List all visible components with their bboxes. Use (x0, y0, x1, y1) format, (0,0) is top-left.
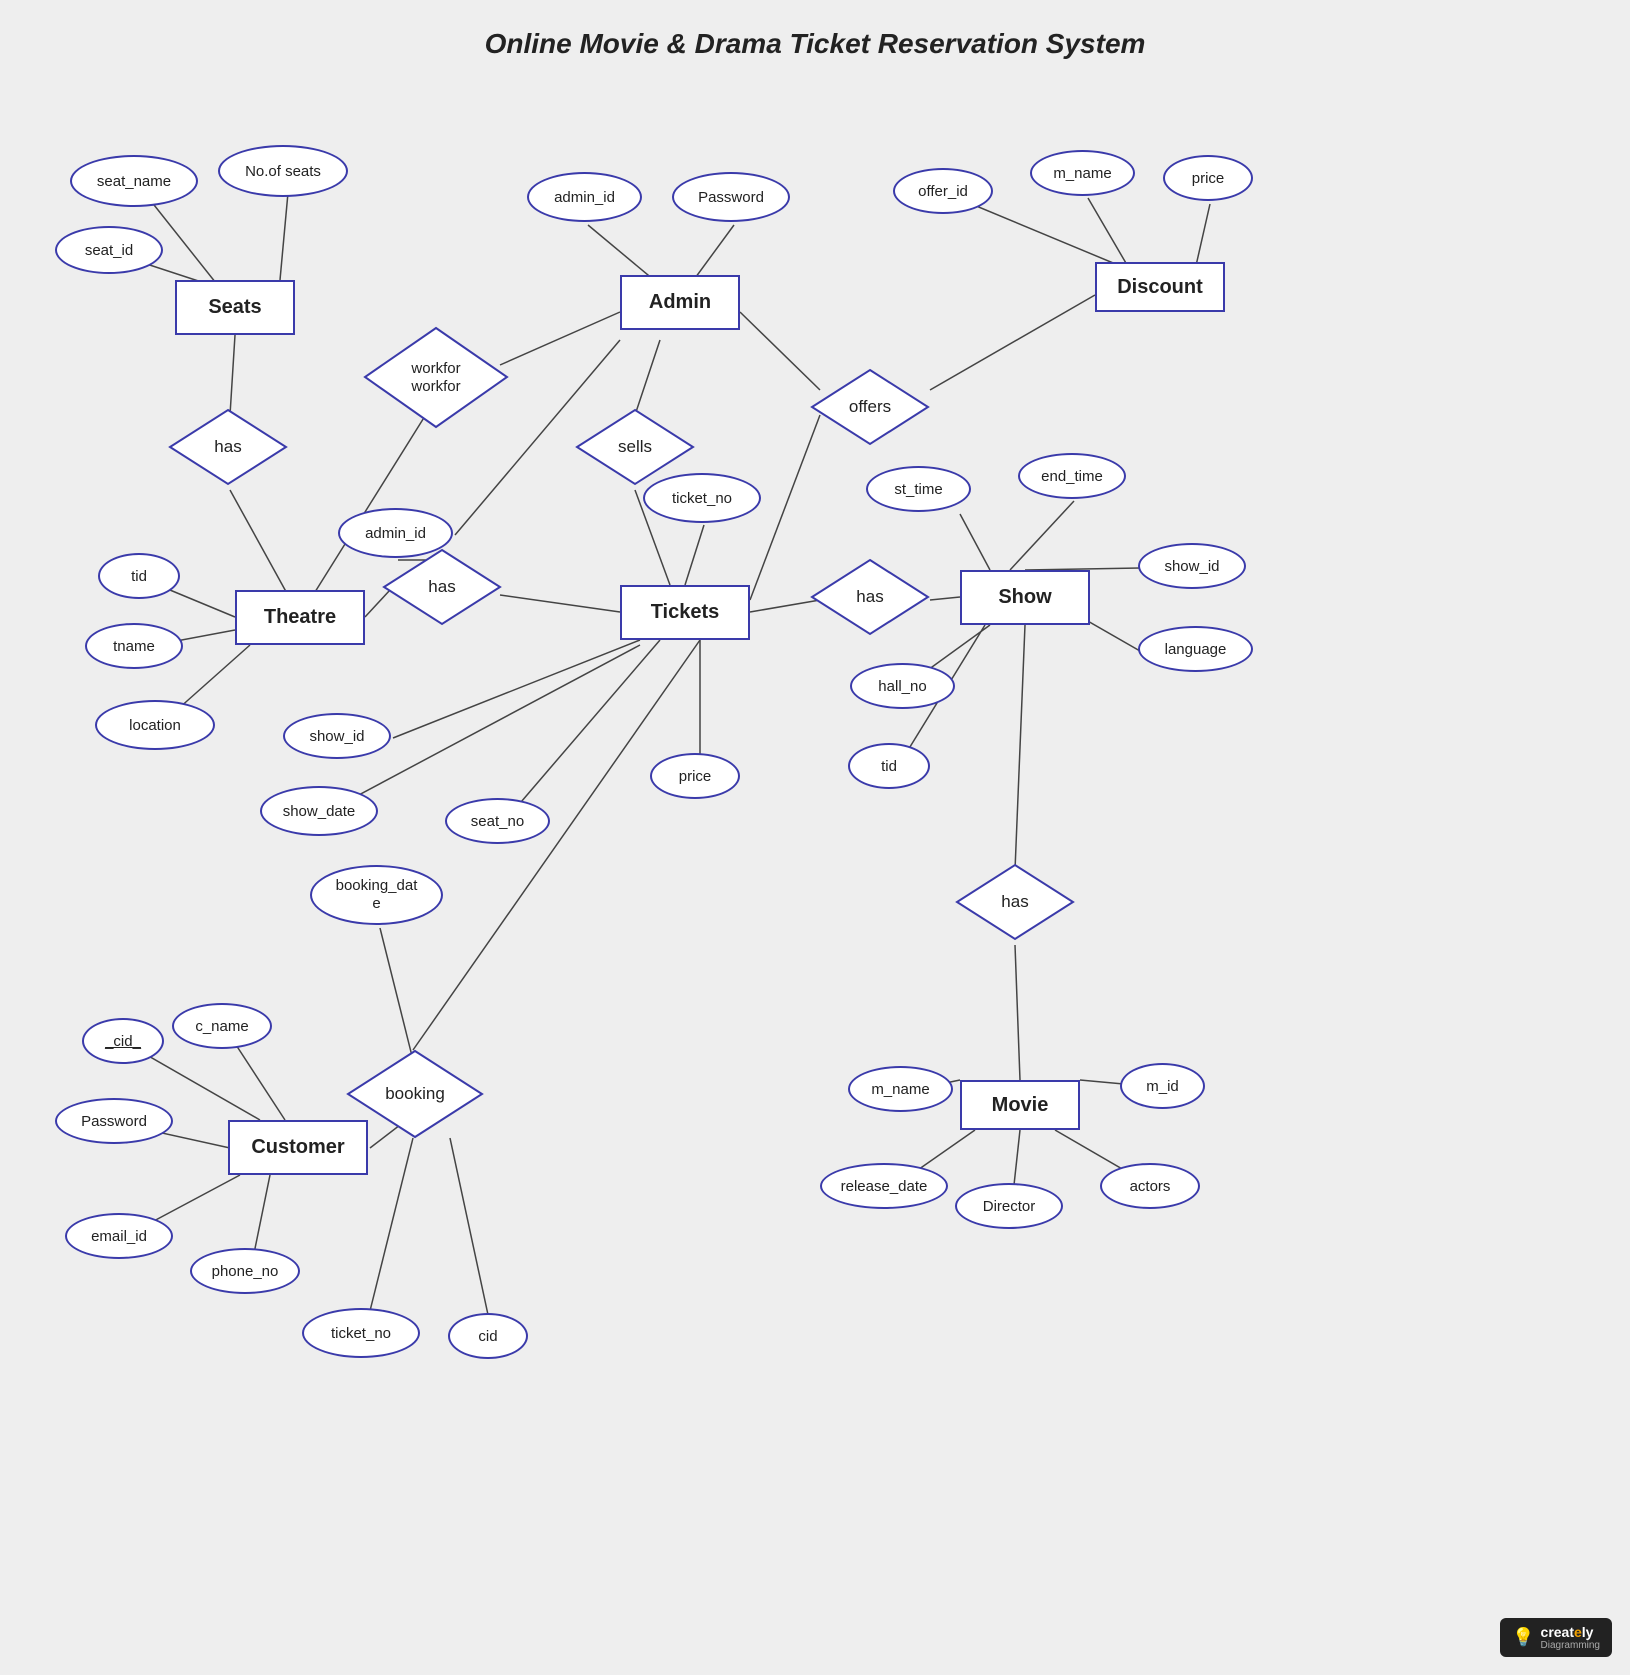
entity-show: Show (960, 570, 1090, 625)
creately-logo: 💡 creately Diagramming (1500, 1618, 1612, 1657)
attr-ticket-no-booking: ticket_no (302, 1308, 420, 1358)
attr-admin-id-top: admin_id (527, 172, 642, 222)
attr-cid-booking: cid (448, 1313, 528, 1359)
rel-sells: sells (575, 408, 695, 486)
attr-st-time: st_time (866, 466, 971, 512)
attr-offer-id: offer_id (893, 168, 993, 214)
entity-admin: Admin (620, 275, 740, 330)
attr-m-name-discount: m_name (1030, 150, 1135, 196)
rel-has-seats: has (168, 408, 288, 486)
rel-has-movie: has (955, 863, 1075, 941)
entity-movie: Movie (960, 1080, 1080, 1130)
attr-release-date: release_date (820, 1163, 948, 1209)
connection-lines (0, 0, 1630, 1675)
attr-tname: tname (85, 623, 183, 669)
attr-phone-no: phone_no (190, 1248, 300, 1294)
attr-tid-theatre: tid (98, 553, 180, 599)
attr-password-admin: Password (672, 172, 790, 222)
rel-has-theatre: has (382, 548, 502, 626)
bulb-icon: 💡 (1512, 1627, 1534, 1648)
attr-show-id-right: show_id (1138, 543, 1246, 589)
entity-seats: Seats (175, 280, 295, 335)
attr-show-date: show_date (260, 786, 378, 836)
attr-m-id: m_id (1120, 1063, 1205, 1109)
attr-m-name-movie: m_name (848, 1066, 953, 1112)
attr-language: language (1138, 626, 1253, 672)
diagram-container: Online Movie & Drama Ticket Reservation … (0, 0, 1630, 1675)
attr-location: location (95, 700, 215, 750)
attr-cid: _cid_ (82, 1018, 164, 1064)
entity-tickets: Tickets (620, 585, 750, 640)
rel-workfor: workforworkfor (362, 325, 510, 430)
diagram-title: Online Movie & Drama Ticket Reservation … (0, 28, 1630, 60)
attr-price-discount: price (1163, 155, 1253, 201)
attr-tid-show: tid (848, 743, 930, 789)
attr-show-id-left: show_id (283, 713, 391, 759)
attr-end-time: end_time (1018, 453, 1126, 499)
attr-price-ticket: price (650, 753, 740, 799)
attr-seat-id: seat_id (55, 226, 163, 274)
rel-offers: offers (810, 368, 930, 446)
attr-seat-name: seat_name (70, 155, 198, 207)
entity-theatre: Theatre (235, 590, 365, 645)
rel-has-show: has (810, 558, 930, 636)
attr-actors: actors (1100, 1163, 1200, 1209)
entity-discount: Discount (1095, 262, 1225, 312)
attr-no-of-seats: No.of seats (218, 145, 348, 197)
attr-email-id: email_id (65, 1213, 173, 1259)
attr-seat-no: seat_no (445, 798, 550, 844)
attr-c-name: c_name (172, 1003, 272, 1049)
attr-hall-no: hall_no (850, 663, 955, 709)
attr-booking-date: booking_date (310, 865, 443, 925)
rel-booking: booking (345, 1048, 485, 1140)
attr-password-cust: Password (55, 1098, 173, 1144)
attr-director: Director (955, 1183, 1063, 1229)
